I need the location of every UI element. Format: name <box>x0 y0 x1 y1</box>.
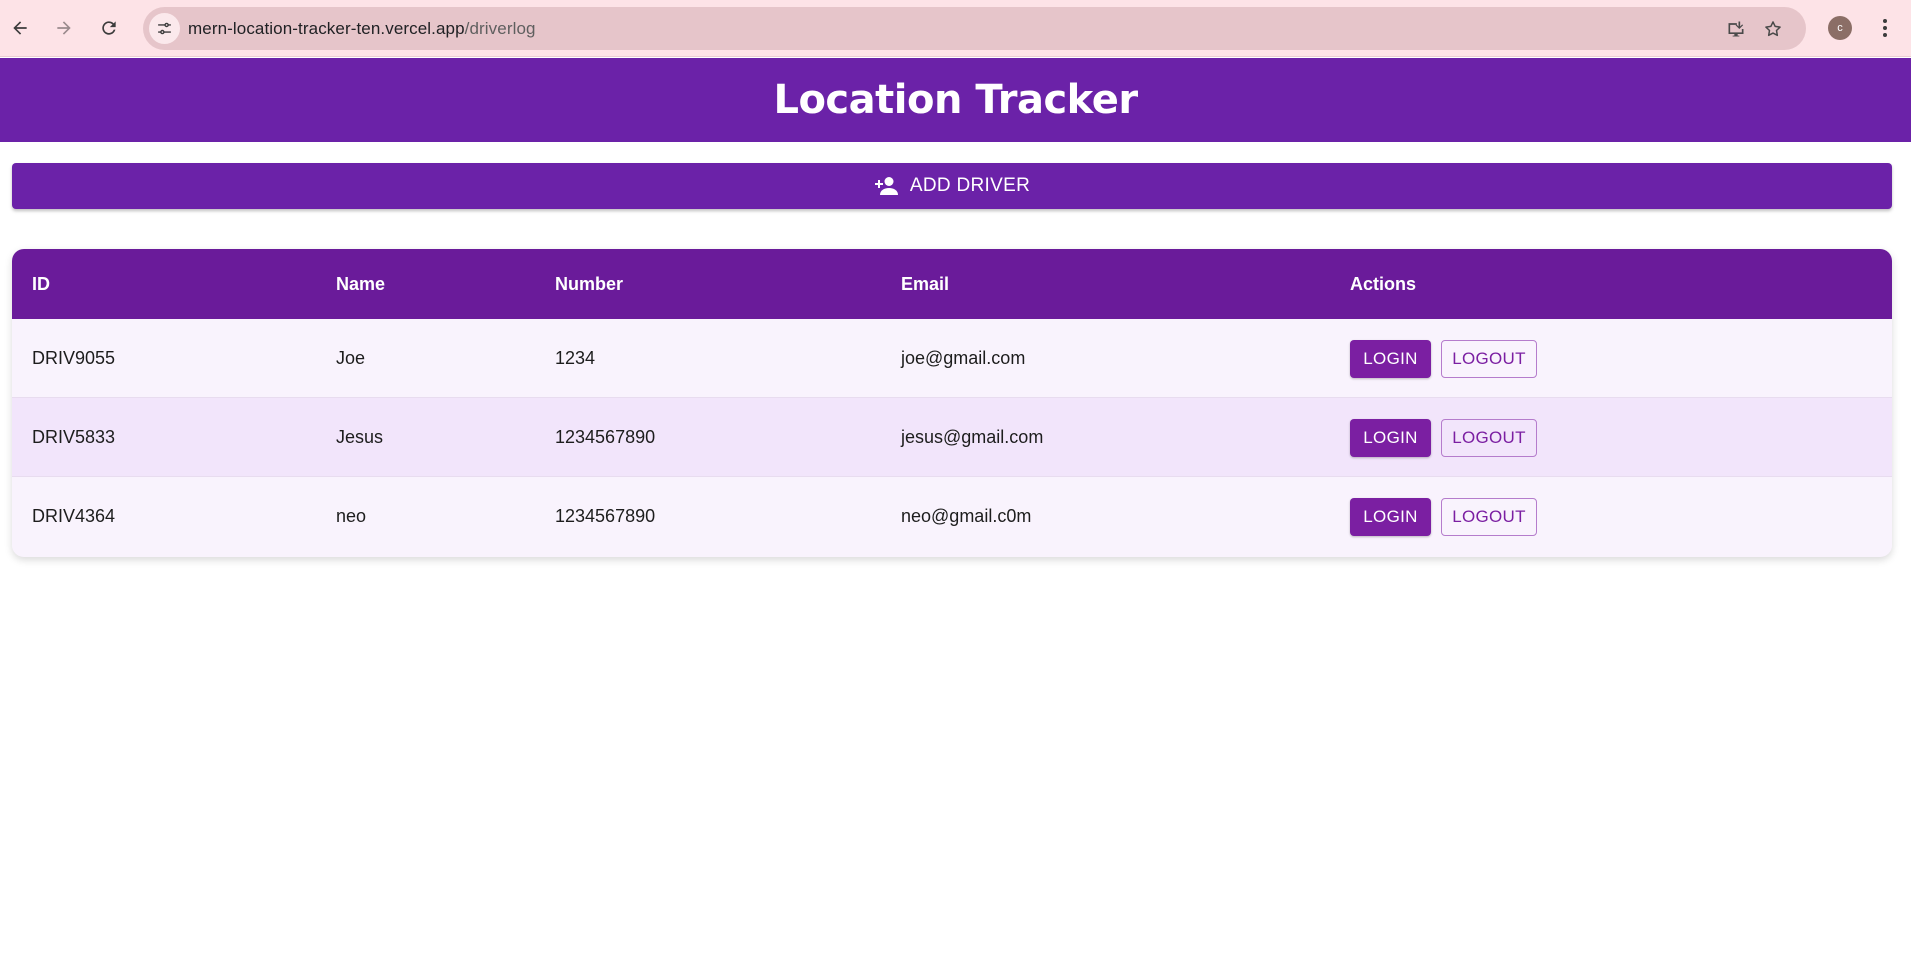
back-button[interactable] <box>4 12 36 44</box>
driver-table: ID Name Number Email Actions DRIV9055 Jo… <box>12 249 1892 557</box>
install-desktop-icon <box>1728 21 1744 37</box>
arrow-right-icon <box>57 21 71 35</box>
login-button[interactable]: LOGIN <box>1350 419 1431 457</box>
star-icon <box>1765 21 1781 37</box>
tune-icon <box>158 22 171 35</box>
driver-email: jesus@gmail.com <box>901 427 1044 447</box>
url-text[interactable]: mern-location-tracker-ten.vercel.app/dri… <box>188 19 536 39</box>
driver-number: 1234567890 <box>555 427 656 447</box>
add-driver-label: ADD DRIVER <box>909 175 1031 196</box>
address-bar[interactable]: mern-location-tracker-ten.vercel.app/dri… <box>143 7 1806 50</box>
driver-id: DRIV9055 <box>32 348 116 368</box>
table-row: DRIV9055 Joe 1234 joe@gmail.com LOGIN LO… <box>12 319 1892 398</box>
table-row: DRIV5833 Jesus 1234567890 jesus@gmail.co… <box>12 398 1892 477</box>
url-path: /driverlog <box>464 19 536 38</box>
profile-initial: c <box>1837 22 1843 34</box>
logout-button[interactable]: LOGOUT <box>1441 419 1537 457</box>
login-button[interactable]: LOGIN <box>1350 498 1431 536</box>
driver-id: DRIV4364 <box>32 506 116 526</box>
browser-menu-button[interactable] <box>1873 15 1897 41</box>
table-row: DRIV4364 neo 1234567890 neo@gmail.c0m LO… <box>12 477 1892 556</box>
login-button[interactable]: LOGIN <box>1350 340 1431 378</box>
driver-id: DRIV5833 <box>32 427 116 447</box>
logout-button[interactable]: LOGOUT <box>1441 498 1537 536</box>
driver-name: neo <box>336 506 367 526</box>
install-app-button[interactable] <box>1724 17 1748 41</box>
table-header: ID Name Number Email Actions <box>12 249 1892 319</box>
reload-icon <box>102 21 116 35</box>
add-driver-button[interactable]: ADD DRIVER <box>12 163 1892 209</box>
logout-button[interactable]: LOGOUT <box>1441 340 1537 378</box>
page-title: Location Tracker <box>773 77 1138 123</box>
profile-avatar[interactable]: c <box>1828 16 1852 40</box>
column-header-name: Name <box>336 274 386 294</box>
driver-name: Jesus <box>336 427 384 447</box>
more-vert-icon <box>1883 19 1887 37</box>
person-add-icon <box>874 176 900 196</box>
url-host: mern-location-tracker-ten.vercel.app <box>188 19 465 38</box>
arrow-left-icon <box>13 21 27 35</box>
browser-toolbar: mern-location-tracker-ten.vercel.app/dri… <box>0 0 1911 57</box>
driver-name: Joe <box>336 348 366 368</box>
site-info-button[interactable] <box>149 13 180 44</box>
column-header-actions: Actions <box>1350 274 1417 294</box>
forward-button[interactable] <box>48 12 80 44</box>
driver-email: joe@gmail.com <box>901 348 1026 368</box>
app-header: Location Tracker <box>0 58 1911 142</box>
driver-number: 1234 <box>555 348 596 368</box>
reload-button[interactable] <box>93 12 125 44</box>
bookmark-button[interactable] <box>1761 17 1785 41</box>
column-header-number: Number <box>555 274 624 294</box>
driver-email: neo@gmail.c0m <box>901 506 1032 526</box>
column-header-id: ID <box>32 274 50 294</box>
driver-number: 1234567890 <box>555 506 656 526</box>
column-header-email: Email <box>901 274 950 294</box>
